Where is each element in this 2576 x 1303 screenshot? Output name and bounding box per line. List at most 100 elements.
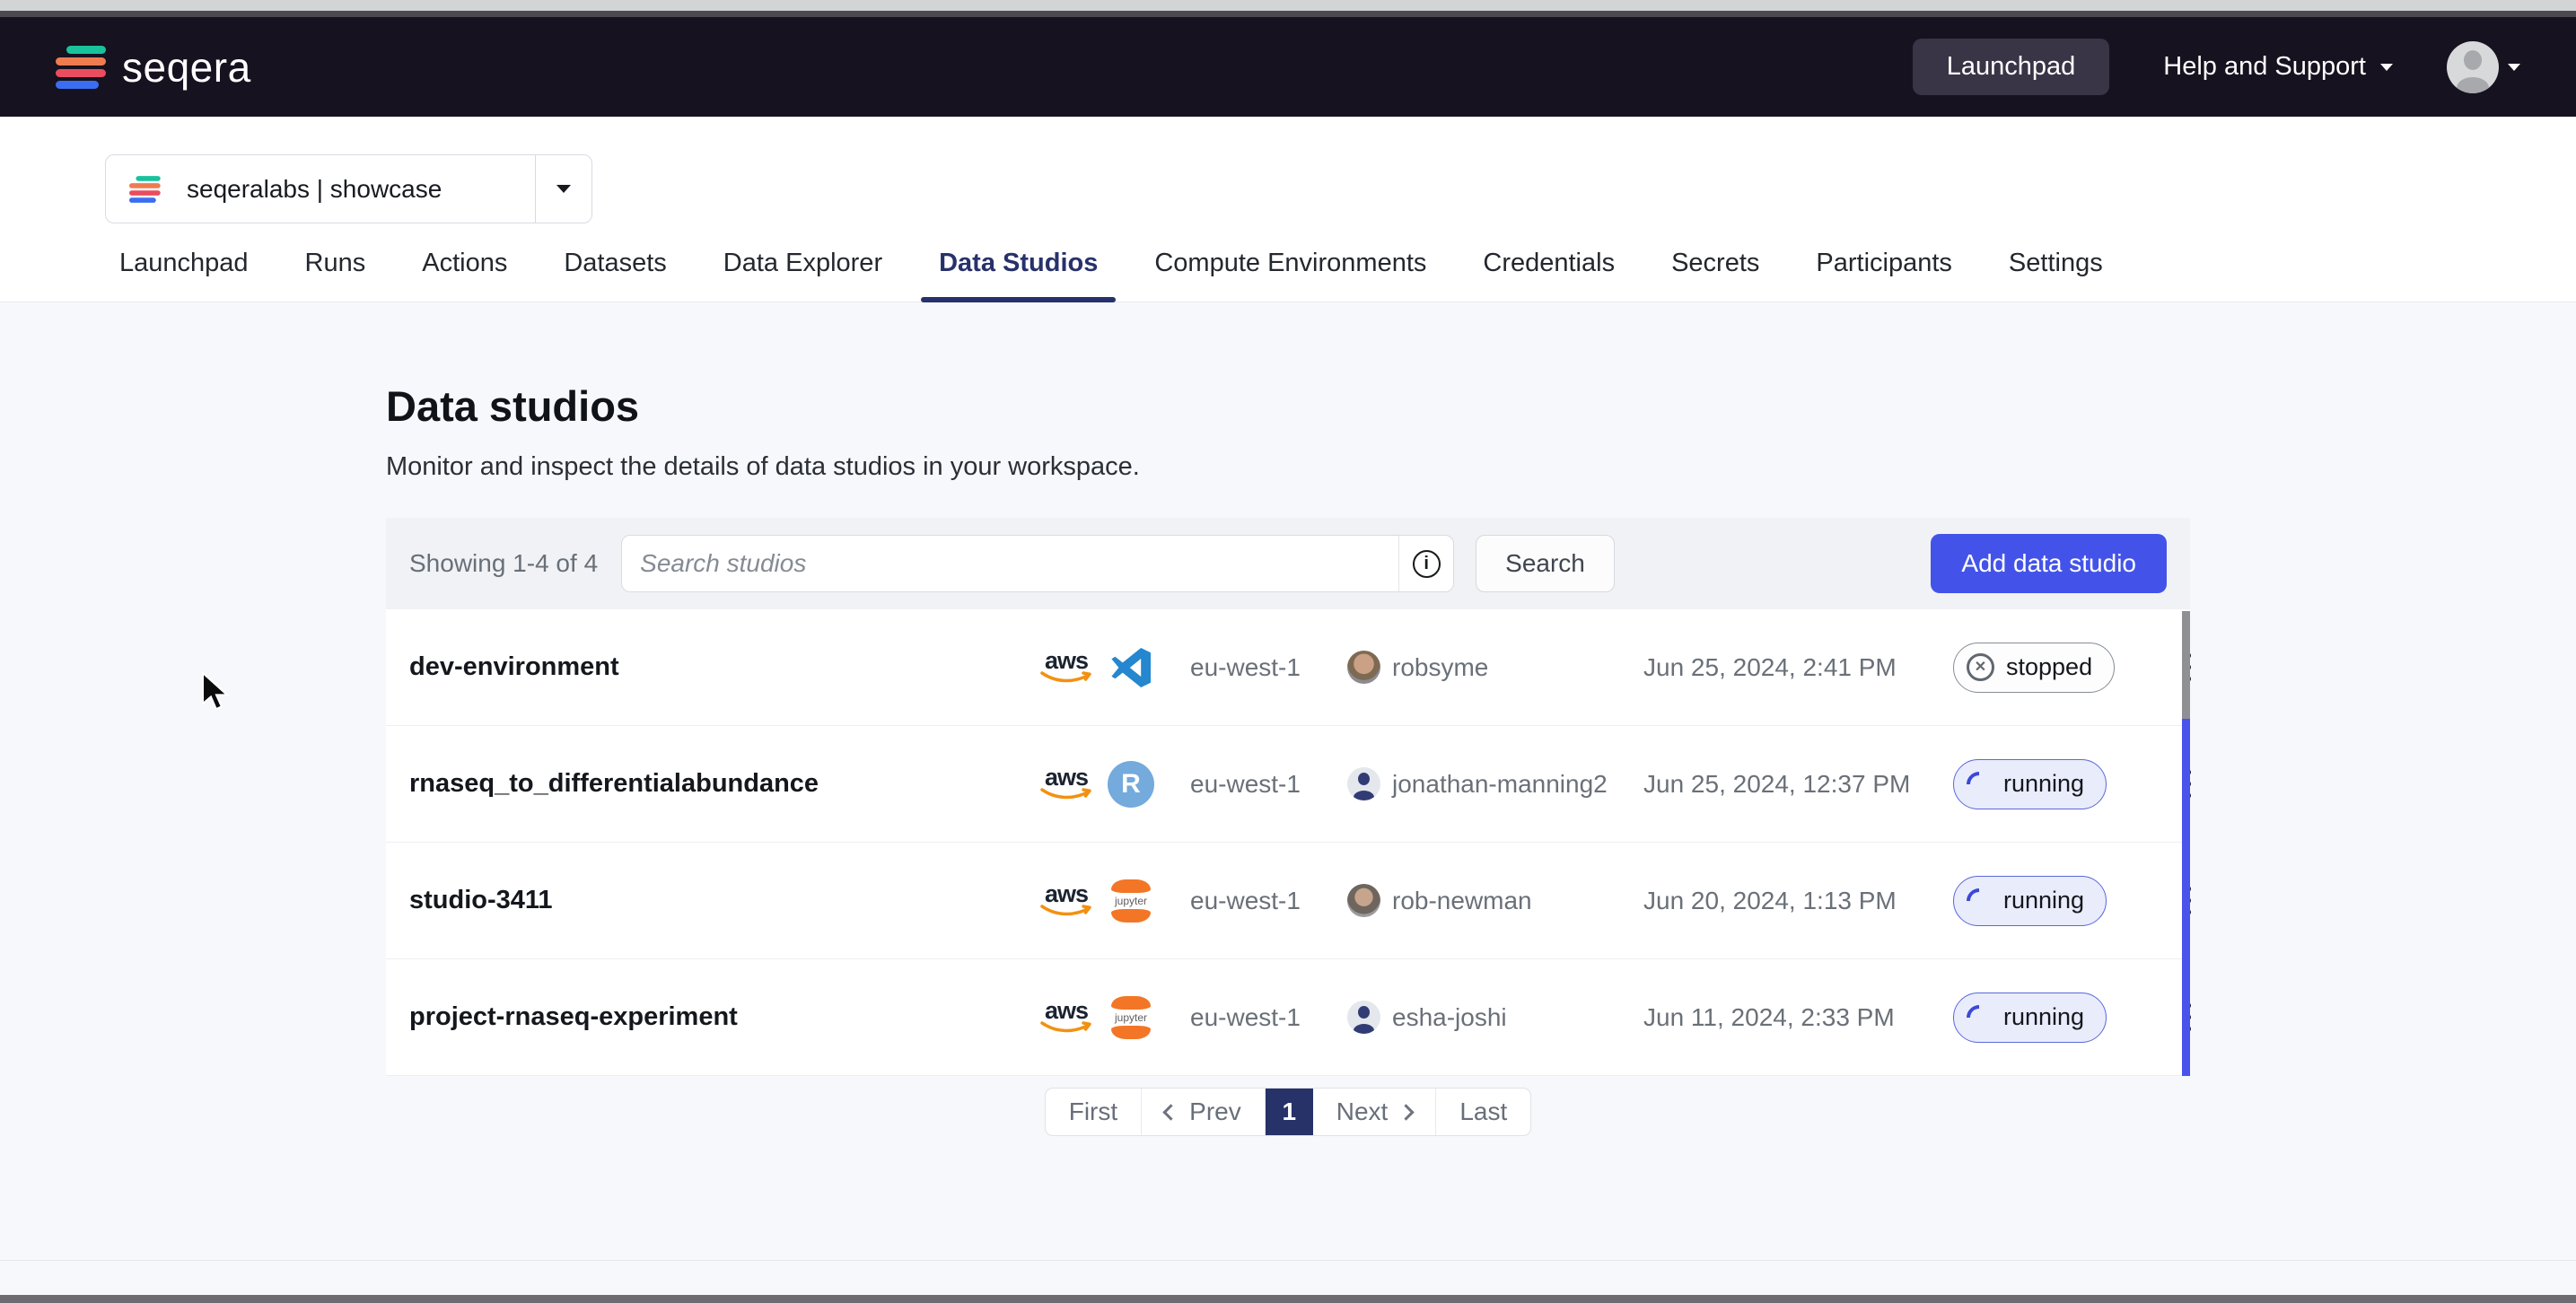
aws-icon: aws [1038,1000,1095,1035]
chevron-down-icon [2380,64,2393,71]
chevron-left-icon [1162,1104,1178,1120]
help-and-support-menu[interactable]: Help and Support [2163,52,2393,82]
studio-name-link[interactable]: project-rnaseq-experiment [409,1002,1038,1032]
status-cell: stopped [1953,643,2177,693]
status-label: running [2003,1003,2084,1031]
environment-icons: aws jupyter [1038,644,1190,691]
pagination-next-button[interactable]: Next [1313,1089,1436,1135]
workspace-selector[interactable]: seqeralabs | showcase [105,154,592,223]
brand-name: seqera [122,43,251,92]
user-avatar-icon [1347,1001,1380,1034]
scrollbar-thumb[interactable] [2182,611,2190,719]
studios-table: dev-environment aws jupyter eu-west-1 ro… [386,609,2190,1076]
status-badge: stopped [1953,643,2115,693]
studios-card: Showing 1-4 of 4 Search Add data studio … [386,518,2190,1076]
search-field [621,535,1454,592]
status-cell: running [1953,876,2177,926]
user-cell: jonathan-manning2 [1347,767,1643,800]
brand-logo[interactable]: seqera [56,43,251,92]
tab-data-explorer[interactable]: Data Explorer [723,249,882,302]
pagination-prev-label: Prev [1189,1097,1241,1126]
workspace-selector-toggle[interactable] [536,185,591,193]
workspace-tabs: Launchpad Runs Actions Datasets Data Explore… [0,249,2576,302]
tab-compute-environments[interactable]: Compute Environments [1154,249,1426,302]
screen-top-strip [0,0,2576,11]
screen-bottom-strip [0,1295,2576,1303]
user-name: jonathan-manning2 [1392,770,1608,799]
status-icon [1967,653,1994,681]
chevron-right-icon [1398,1104,1415,1120]
pagination-last-button[interactable]: Last [1435,1089,1530,1135]
region-label: eu-west-1 [1190,653,1347,682]
user-name: robsyme [1392,653,1488,682]
search-info-button[interactable] [1399,550,1453,578]
table-row: studio-3411 aws jupyter eu-west-1 rob-ne… [386,843,2190,959]
status-icon [1961,883,1997,919]
screen-top-strip-dark [0,11,2576,17]
tab-launchpad[interactable]: Launchpad [119,249,249,302]
tab-participants[interactable]: Participants [1816,249,1952,302]
info-circle-icon [1413,550,1441,578]
user-name: rob-newman [1392,887,1532,915]
search-button[interactable]: Search [1476,535,1615,592]
page-subtitle: Monitor and inspect the details of data … [386,452,2190,482]
pagination-prev-button[interactable]: Prev [1141,1089,1265,1135]
tab-data-studios[interactable]: Data Studios [939,249,1098,302]
footer-divider [0,1260,2576,1261]
pagination-next-label: Next [1336,1097,1389,1126]
table-row: rnaseq_to_differentialabundance aws jupy… [386,726,2190,843]
seqera-mark-icon [129,176,161,203]
status-cell: running [1953,993,2177,1043]
header-zone: seqeralabs | showcase Launchpad Runs Actio… [0,117,2576,302]
workspace-selector-label: seqeralabs | showcase [187,175,535,204]
studio-name-link[interactable]: dev-environment [409,652,1038,682]
status-icon [1961,766,1997,802]
tab-datasets[interactable]: Datasets [564,249,666,302]
region-label: eu-west-1 [1190,887,1347,915]
table-scrollbar[interactable] [2182,609,2190,1076]
user-avatar-icon [2447,41,2499,93]
user-avatar-icon [1347,651,1380,684]
showing-count: Showing 1-4 of 4 [409,549,598,578]
created-date: Jun 25, 2024, 2:41 PM [1643,653,1953,682]
chevron-down-icon [556,185,571,193]
page-title: Data studios [386,381,2190,431]
aws-icon: aws [1038,766,1095,801]
chevron-down-icon [2508,64,2520,71]
user-cell: rob-newman [1347,884,1643,917]
tab-credentials[interactable]: Credentials [1483,249,1615,302]
status-cell: running [1953,759,2177,809]
top-navbar: seqera Launchpad Help and Support [0,17,2576,117]
table-row: dev-environment aws jupyter eu-west-1 ro… [386,609,2190,726]
status-label: stopped [2006,653,2092,681]
jupyter-icon: jupyter [1108,994,1154,1041]
studio-name-link[interactable]: studio-3411 [409,886,1038,915]
environment-icons: aws jupyter [1038,994,1190,1041]
user-cell: esha-joshi [1347,1001,1643,1034]
aws-icon: aws [1038,883,1095,918]
tab-actions[interactable]: Actions [422,249,507,302]
tab-runs[interactable]: Runs [305,249,366,302]
studios-toolbar: Showing 1-4 of 4 Search Add data studio [386,518,2190,609]
tab-settings[interactable]: Settings [2009,249,2103,302]
launchpad-button[interactable]: Launchpad [1913,39,2110,95]
user-avatar-icon [1347,767,1380,800]
status-label: running [2003,770,2084,798]
status-badge: running [1953,759,2107,809]
pagination-current-page[interactable]: 1 [1265,1089,1313,1135]
created-date: Jun 25, 2024, 12:37 PM [1643,770,1953,799]
studio-name-link[interactable]: rnaseq_to_differentialabundance [409,769,1038,799]
pagination-first-button[interactable]: First [1046,1089,1141,1135]
aws-icon: aws [1038,650,1095,685]
page-root: { "colors": { "brand_dark": "#16121f", "… [0,0,2576,1303]
created-date: Jun 11, 2024, 2:33 PM [1643,1003,1953,1032]
region-label: eu-west-1 [1190,1003,1347,1032]
created-date: Jun 20, 2024, 1:13 PM [1643,887,1953,915]
search-input[interactable] [622,536,1398,591]
region-label: eu-west-1 [1190,770,1347,799]
user-menu[interactable] [2447,41,2520,93]
add-data-studio-button[interactable]: Add data studio [1931,534,2167,593]
user-cell: robsyme [1347,651,1643,684]
user-avatar-icon [1347,884,1380,917]
tab-secrets[interactable]: Secrets [1671,249,1759,302]
